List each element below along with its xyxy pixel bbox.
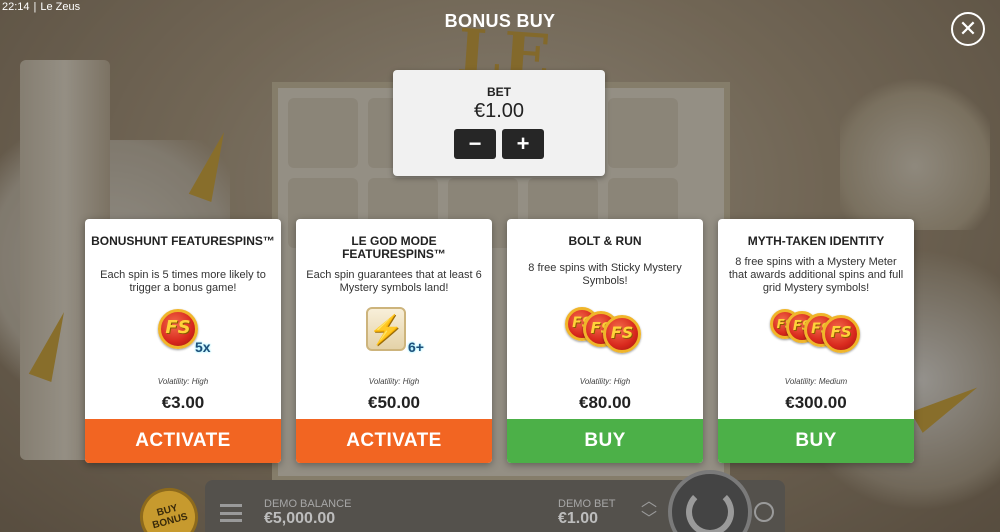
buy-button[interactable]: BUY bbox=[507, 419, 703, 463]
mystery-scroll-icon: ⚡ 6+ bbox=[296, 307, 492, 363]
card-description: 8 free spins with Sticky Mystery Symbols… bbox=[528, 262, 682, 287]
fs-coin-icon: FS 5x bbox=[85, 307, 281, 363]
bonus-card-bonushunt: BONUSHUNT FEATURESPINS™ Each spin is 5 t… bbox=[85, 219, 281, 463]
bonus-price: €80.00 bbox=[579, 393, 631, 412]
autoplay-icon[interactable] bbox=[754, 502, 774, 522]
temple-illustration bbox=[840, 70, 990, 230]
demo-balance-value: €5,000.00 bbox=[264, 510, 336, 527]
volatility-label: Volatility: High bbox=[157, 377, 209, 386]
spin-arrow-icon bbox=[686, 488, 734, 532]
multiplier-badge: 5x bbox=[195, 339, 211, 355]
card-title: MYTH-TAKEN IDENTITY bbox=[747, 234, 885, 248]
chevron-down-icon[interactable]: ﹀ bbox=[638, 511, 660, 529]
bet-label: BET bbox=[487, 85, 511, 99]
reel-symbol bbox=[608, 98, 678, 168]
volatility-label: Volatility: Medium bbox=[784, 377, 848, 386]
activate-button[interactable]: ACTIVATE bbox=[85, 419, 281, 463]
volatility-label: Volatility: High bbox=[368, 377, 420, 386]
demo-bet-label: DEMO BET bbox=[558, 498, 616, 510]
bonus-price: €3.00 bbox=[161, 393, 205, 412]
increase-bet-button[interactable]: + bbox=[502, 129, 544, 159]
menu-icon[interactable] bbox=[220, 504, 242, 522]
bet-adjust-arrows[interactable]: ︿ ﹀ bbox=[638, 493, 660, 529]
bet-panel: BET €1.00 − + bbox=[393, 70, 605, 176]
buy-button[interactable]: BUY bbox=[718, 419, 914, 463]
multiplier-badge: 6+ bbox=[408, 339, 424, 355]
fs-coins-4-icon: FS FS FS FS bbox=[718, 307, 914, 363]
card-description: 8 free spins with a Mystery Meter that a… bbox=[728, 256, 904, 294]
volatility-label: Volatility: High bbox=[579, 377, 631, 386]
card-title: BONUSHUNT FEATURESPINS™ bbox=[91, 234, 275, 248]
decrease-bet-button[interactable]: − bbox=[454, 129, 496, 159]
reel-symbol bbox=[288, 98, 358, 168]
modal-title: BONUS BUY bbox=[444, 11, 556, 31]
chevron-up-icon[interactable]: ︿ bbox=[638, 493, 660, 511]
close-button[interactable]: ✕ bbox=[951, 12, 985, 46]
bonus-price: €300.00 bbox=[785, 393, 847, 412]
fs-coins-3-icon: FS FS FS bbox=[507, 307, 703, 363]
card-description: Each spin guarantees that at least 6 Mys… bbox=[306, 269, 482, 294]
bonus-price: €50.00 bbox=[368, 393, 420, 412]
card-title: LE GOD MODE FEATURESPINS™ bbox=[342, 234, 446, 261]
bonus-card-bolt-and-run: BOLT & RUN 8 free spins with Sticky Myst… bbox=[507, 219, 703, 463]
card-description: Each spin is 5 times more likely to trig… bbox=[100, 269, 266, 294]
bonus-card-myth-taken-identity: MYTH-TAKEN IDENTITY 8 free spins with a … bbox=[718, 219, 914, 463]
close-icon: ✕ bbox=[958, 16, 978, 41]
bonus-card-god-mode: LE GOD MODE FEATURESPINS™ Each spin guar… bbox=[296, 219, 492, 463]
demo-bet-value: €1.00 bbox=[558, 510, 599, 527]
activate-button[interactable]: ACTIVATE bbox=[296, 419, 492, 463]
demo-balance-label: DEMO BALANCE bbox=[264, 498, 352, 510]
card-title: BOLT & RUN bbox=[568, 234, 642, 248]
bet-amount: €1.00 bbox=[473, 100, 525, 122]
